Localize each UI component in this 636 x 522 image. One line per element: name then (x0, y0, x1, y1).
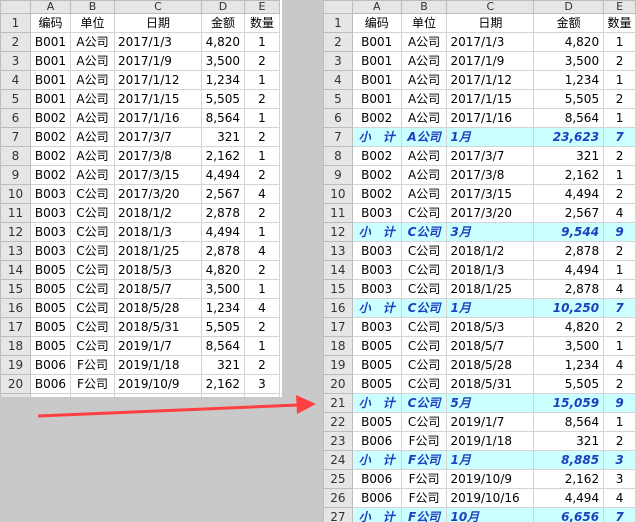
red-arrow-icon (37, 395, 316, 418)
